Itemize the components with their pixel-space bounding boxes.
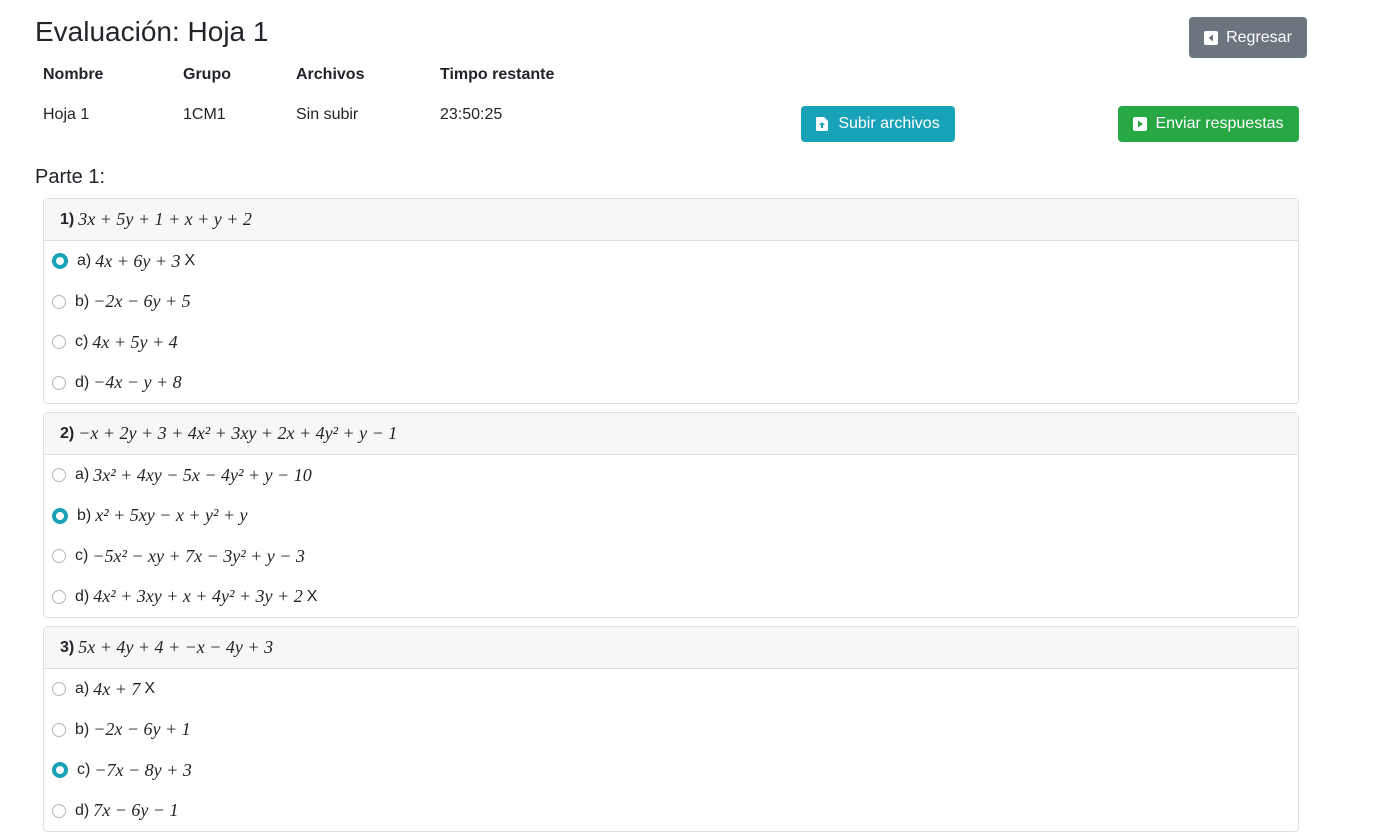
question-card-3: 3) 5x + 4y + 4 + −x − 4y + 3 a) 4x + 7 X… <box>43 626 1299 832</box>
question-header: 1) 3x + 5y + 1 + x + y + 2 <box>44 199 1298 241</box>
question-expression: −x + 2y + 3 + 4x² + 3xy + 2x + 4y² + y −… <box>78 423 398 443</box>
radio-button[interactable] <box>52 803 66 818</box>
option-expression: x² + 5xy − x + y² + y <box>95 505 248 526</box>
option-letter: c) <box>75 547 89 565</box>
option-letter: d) <box>75 587 90 605</box>
value-nombre: Hoja 1 <box>43 106 90 123</box>
option-a[interactable]: a) 4x + 7 X <box>44 669 1298 710</box>
option-b[interactable]: b) x² + 5xy − x + y² + y <box>44 496 1298 537</box>
option-d[interactable]: d) 7x − 6y − 1 <box>44 791 1298 832</box>
option-expression: −5x² − xy + 7x − 3y² + y − 3 <box>92 545 305 566</box>
option-expression: −2x − 6y + 5 <box>93 291 191 312</box>
play-square-icon <box>1133 117 1148 131</box>
radio-button[interactable] <box>52 589 66 604</box>
option-expression: 4x + 6y + 3 <box>95 250 181 271</box>
incorrect-mark: X <box>144 680 156 698</box>
option-d[interactable]: d) −4x − y + 8 <box>44 363 1298 404</box>
evaluation-page: Evaluación: Hoja 1 Regresar Nombre Grupo… <box>0 0 1377 840</box>
send-answers-label: Enviar respuestas <box>1155 115 1284 132</box>
question-number: 3) <box>60 638 75 656</box>
value-archivos: Sin subir <box>296 106 359 123</box>
value-tiempo-restante: 23:50:25 <box>440 106 503 123</box>
radio-button[interactable] <box>52 375 66 390</box>
send-answers-button[interactable]: Enviar respuestas <box>1118 106 1299 142</box>
option-c[interactable]: c) 4x + 5y + 4 <box>44 322 1298 363</box>
option-letter: b) <box>75 720 90 738</box>
upload-files-button[interactable]: Subir archivos <box>801 106 955 142</box>
question-number: 2) <box>60 424 75 442</box>
radio-button[interactable] <box>52 722 66 737</box>
question-header: 3) 5x + 4y + 4 + −x − 4y + 3 <box>44 627 1298 669</box>
option-letter: c) <box>77 761 91 779</box>
question-header: 2) −x + 2y + 3 + 4x² + 3xy + 2x + 4y² + … <box>44 413 1298 455</box>
incorrect-mark: X <box>306 587 318 605</box>
option-c[interactable]: c) −7x − 8y + 3 <box>44 750 1298 791</box>
file-upload-icon <box>816 117 830 131</box>
option-letter: b) <box>75 292 90 310</box>
incorrect-mark: X <box>184 252 196 270</box>
radio-button[interactable] <box>52 468 66 483</box>
header-tiempo-restante: Timpo restante <box>440 66 555 83</box>
option-d[interactable]: d) 4x² + 3xy + x + 4y² + 3y + 2 X <box>44 577 1298 618</box>
option-b[interactable]: b) −2x − 6y + 1 <box>44 710 1298 751</box>
option-letter: a) <box>75 680 90 698</box>
value-grupo: 1CM1 <box>183 106 226 123</box>
radio-button[interactable] <box>52 682 66 697</box>
option-expression: −2x − 6y + 1 <box>93 719 191 740</box>
radio-button[interactable] <box>52 335 66 350</box>
question-expression: 3x + 5y + 1 + x + y + 2 <box>78 209 252 229</box>
part-title: Parte 1: <box>35 166 106 188</box>
option-expression: 4x² + 3xy + x + 4y² + 3y + 2 <box>93 586 303 607</box>
option-expression: 4x + 5y + 4 <box>92 331 178 352</box>
header-nombre: Nombre <box>43 66 104 83</box>
header-grupo: Grupo <box>183 66 231 83</box>
radio-button[interactable] <box>52 294 66 309</box>
option-letter: d) <box>75 801 90 819</box>
option-letter: a) <box>75 466 90 484</box>
back-button[interactable]: Regresar <box>1189 17 1307 58</box>
upload-files-label: Subir archivos <box>838 115 940 132</box>
question-number: 1) <box>60 210 75 228</box>
option-expression: 7x − 6y − 1 <box>93 800 179 821</box>
radio-button[interactable] <box>52 507 68 524</box>
radio-button[interactable] <box>52 253 68 270</box>
radio-button[interactable] <box>52 549 66 564</box>
caret-left-square-icon <box>1204 30 1219 45</box>
page-title: Evaluación: Hoja 1 <box>35 16 269 47</box>
question-card-2: 2) −x + 2y + 3 + 4x² + 3xy + 2x + 4y² + … <box>43 412 1299 618</box>
option-expression: −4x − y + 8 <box>93 372 182 393</box>
question-card-1: 1) 3x + 5y + 1 + x + y + 2 a) 4x + 6y + … <box>43 198 1299 404</box>
option-letter: c) <box>75 333 89 351</box>
back-button-label: Regresar <box>1226 28 1292 46</box>
option-a[interactable]: a) 4x + 6y + 3 X <box>44 241 1298 282</box>
option-expression: 4x + 7 <box>93 678 141 699</box>
question-expression: 5x + 4y + 4 + −x − 4y + 3 <box>78 637 274 657</box>
header-archivos: Archivos <box>296 66 365 83</box>
radio-button[interactable] <box>52 762 68 779</box>
option-letter: a) <box>77 252 92 270</box>
option-expression: −7x − 8y + 3 <box>94 759 192 780</box>
option-c[interactable]: c) −5x² − xy + 7x − 3y² + y − 3 <box>44 536 1298 577</box>
option-letter: d) <box>75 373 90 391</box>
option-expression: 3x² + 4xy − 5x − 4y² + y − 10 <box>93 464 312 485</box>
option-a[interactable]: a) 3x² + 4xy − 5x − 4y² + y − 10 <box>44 455 1298 496</box>
option-letter: b) <box>77 506 92 524</box>
option-b[interactable]: b) −2x − 6y + 5 <box>44 282 1298 323</box>
